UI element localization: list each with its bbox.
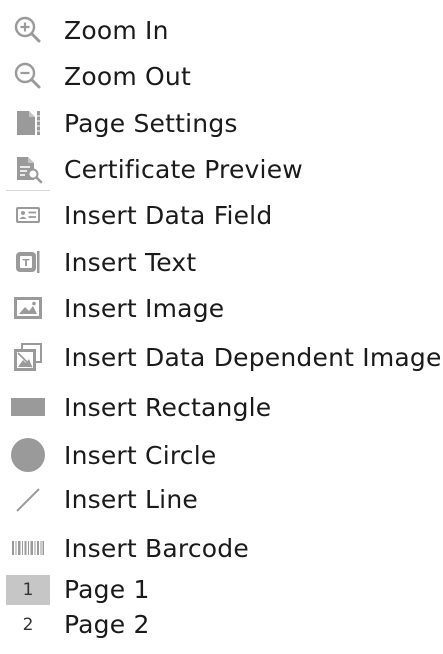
page-1-label: Page 1 (64, 574, 150, 604)
certificate-preview-item[interactable]: Certificate Preview (0, 147, 443, 191)
page-2-item[interactable]: 2 Page 2 (0, 608, 443, 640)
zoom-in-item[interactable]: Zoom In (0, 8, 443, 52)
insert-rectangle-label: Insert Rectangle (64, 392, 272, 422)
data-field-icon (9, 196, 47, 234)
insert-text-item[interactable]: T Insert Text (0, 240, 443, 284)
insert-data-field-item[interactable]: Insert Data Field (0, 193, 443, 237)
page-settings-item[interactable]: Page Settings (0, 101, 443, 145)
certificate-preview-label: Certificate Preview (64, 154, 303, 184)
insert-image-item[interactable]: Insert Image (0, 286, 443, 330)
page-1-item[interactable]: 1 Page 1 (0, 573, 443, 605)
zoom-out-label: Zoom Out (64, 61, 191, 91)
line-icon (9, 480, 47, 518)
insert-line-item[interactable]: Insert Line (0, 477, 443, 521)
zoom-out-item[interactable]: Zoom Out (0, 54, 443, 98)
insert-text-label: Insert Text (64, 247, 197, 277)
insert-circle-item[interactable]: Insert Circle (0, 433, 443, 477)
page-settings-label: Page Settings (64, 108, 238, 138)
circle-icon (9, 436, 47, 474)
certificate-preview-icon (9, 150, 47, 188)
zoom-in-label: Zoom In (64, 15, 169, 45)
insert-barcode-label: Insert Barcode (64, 533, 249, 563)
insert-rectangle-item[interactable]: Insert Rectangle (0, 385, 443, 429)
insert-data-dependent-image-item[interactable]: Insert Data Dependent Image (0, 335, 443, 379)
barcode-icon (9, 529, 47, 567)
rectangle-icon (9, 388, 47, 426)
page-2-number: 2 (22, 615, 34, 635)
insert-data-dependent-image-label: Insert Data Dependent Image (64, 342, 442, 372)
insert-data-field-label: Insert Data Field (64, 200, 273, 230)
page-1-number: 1 (6, 575, 50, 605)
image-icon (9, 289, 47, 327)
zoom-out-icon (9, 57, 47, 95)
insert-circle-label: Insert Circle (64, 440, 217, 470)
insert-image-label: Insert Image (64, 293, 225, 323)
insert-line-label: Insert Line (64, 484, 198, 514)
page-2-label: Page 2 (64, 609, 150, 639)
page-settings-icon (9, 104, 47, 142)
toolbox-menu: Zoom In Zoom Out Page Settings Certifica… (0, 0, 443, 654)
zoom-in-icon (9, 11, 47, 49)
text-icon: T (9, 243, 47, 281)
svg-text:T: T (23, 258, 30, 269)
data-dependent-image-icon (9, 338, 47, 376)
insert-barcode-item[interactable]: Insert Barcode (0, 526, 443, 570)
section-divider (6, 190, 50, 191)
